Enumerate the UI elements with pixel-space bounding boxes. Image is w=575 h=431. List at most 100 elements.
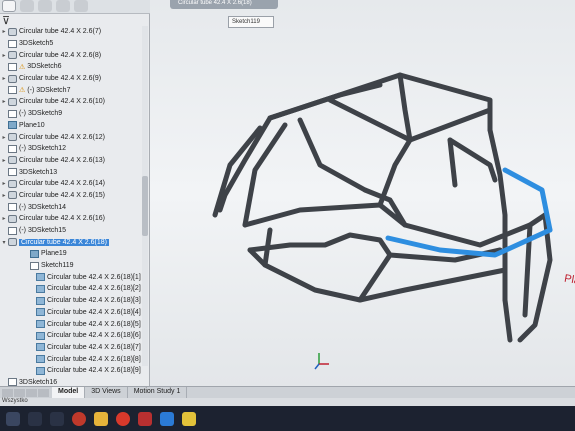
- tree-item[interactable]: Circular tube 42.4 X 2.6(18)[4]: [0, 307, 148, 319]
- tree-item-label: Plane10: [19, 121, 45, 129]
- browser-icon[interactable]: [72, 411, 86, 426]
- expand-arrow-icon[interactable]: ▸: [0, 192, 8, 199]
- folder-icon[interactable]: [182, 411, 196, 426]
- expand-arrow-icon[interactable]: ▸: [0, 215, 8, 222]
- expand-arrow-icon[interactable]: ▸: [0, 157, 8, 164]
- tube-icon: [8, 214, 17, 223]
- file-explorer-icon[interactable]: [94, 411, 108, 426]
- roll-cage-model[interactable]: [150, 0, 575, 386]
- tree-item[interactable]: Plane10: [0, 120, 148, 132]
- search-icon[interactable]: [28, 411, 42, 426]
- expand-arrow-icon[interactable]: ▸: [0, 75, 8, 82]
- last-tab-arrow-icon[interactable]: [38, 389, 49, 397]
- tree-item[interactable]: ▸ Circular tube 42.4 X 2.6(10): [0, 96, 148, 108]
- body-icon: [36, 343, 45, 352]
- tree-item-label: Circular tube 42.4 X 2.6(12): [19, 133, 105, 141]
- app-icon[interactable]: [160, 411, 174, 426]
- roll-cage-tube: [267, 82, 383, 121]
- body-icon: [36, 355, 45, 364]
- expand-arrow-icon[interactable]: ▸: [0, 28, 8, 35]
- tree-item[interactable]: 3DSketch13: [0, 166, 148, 178]
- tree-item[interactable]: Circular tube 42.4 X 2.6(18)[6]: [0, 330, 148, 342]
- plane-icon: [30, 249, 39, 258]
- dimxpert-tab-icon[interactable]: [56, 0, 70, 12]
- breadcrumb[interactable]: Sketch119: [228, 16, 274, 28]
- roll-cage-tube: [447, 137, 458, 188]
- tree-item-label: Circular tube 42.4 X 2.6(18)[8]: [47, 355, 141, 363]
- solidworks-screen: ⊽ ▸ Circular tube 42.4 X 2.6(7) 3DSketch5 ▸…: [0, 0, 575, 431]
- tree-item-label: Circular tube 42.4 X 2.6(18)[1]: [47, 273, 141, 281]
- tree-item[interactable]: Circular tube 42.4 X 2.6(18)[3]: [0, 295, 148, 307]
- sketch-icon: [8, 144, 17, 153]
- tree-scrollbar[interactable]: [142, 26, 148, 366]
- tree-item[interactable]: (-) 3DSketch9: [0, 108, 148, 120]
- tree-item[interactable]: ▸ Circular tube 42.4 X 2.6(14): [0, 178, 148, 190]
- tree-item[interactable]: Plane19: [0, 248, 148, 260]
- first-tab-arrow-icon[interactable]: [2, 389, 13, 397]
- tree-item[interactable]: Sketch119: [0, 260, 148, 272]
- tube-icon: [8, 27, 17, 36]
- tree-item-label: Sketch119: [41, 262, 74, 270]
- tree-item[interactable]: ▾ Circular tube 42.4 X 2.6(18): [0, 236, 148, 248]
- tube-icon: [8, 179, 17, 188]
- opera-icon[interactable]: [116, 411, 130, 426]
- tube-icon: [8, 133, 17, 142]
- tree-item-label: 3DSketch13: [19, 168, 58, 176]
- tree-item[interactable]: ▸ Circular tube 42.4 X 2.6(13): [0, 155, 148, 167]
- tree-item[interactable]: ⚠ 3DSketch6: [0, 61, 148, 73]
- tree-item[interactable]: Circular tube 42.4 X 2.6(18)[2]: [0, 283, 148, 295]
- tree-item[interactable]: ⚠ (-) 3DSketch7: [0, 84, 148, 96]
- tab-motion-study[interactable]: Motion Study 1: [128, 387, 188, 398]
- prev-tab-arrow-icon[interactable]: [14, 389, 25, 397]
- tree-item[interactable]: ▸ Circular tube 42.4 X 2.6(16): [0, 213, 148, 225]
- sketch-icon: [8, 168, 17, 177]
- tree-item-label: Circular tube 42.4 X 2.6(18)[7]: [47, 343, 141, 351]
- next-tab-arrow-icon[interactable]: [26, 389, 37, 397]
- roll-cage-tube: [297, 117, 368, 193]
- expand-arrow-icon[interactable]: ▸: [0, 134, 8, 141]
- tree-item-label: Circular tube 42.4 X 2.6(10): [19, 98, 105, 106]
- tree-item-label: Circular tube 42.4 X 2.6(16): [19, 215, 105, 223]
- expand-arrow-icon[interactable]: ▸: [0, 52, 8, 59]
- tree-item[interactable]: ▸ Circular tube 42.4 X 2.6(15): [0, 190, 148, 202]
- task-view-icon[interactable]: [50, 411, 64, 426]
- tree-item-label: Circular tube 42.4 X 2.6(18)[5]: [47, 320, 141, 328]
- graphics-viewport[interactable]: Plane10: [150, 0, 575, 386]
- expand-arrow-icon[interactable]: ▾: [0, 239, 8, 246]
- roll-cage-tube: [262, 227, 273, 268]
- tree-item-label: Circular tube 42.4 X 2.6(13): [19, 156, 105, 164]
- tree-item[interactable]: Circular tube 42.4 X 2.6(18)[9]: [0, 365, 148, 377]
- body-icon: [36, 296, 45, 305]
- tree-item-label: Circular tube 42.4 X 2.6(18)[4]: [47, 308, 141, 316]
- property-tab-icon[interactable]: [20, 0, 34, 12]
- tree-item[interactable]: (-) 3DSketch15: [0, 225, 148, 237]
- expand-arrow-icon[interactable]: ▸: [0, 180, 8, 187]
- body-icon: [36, 331, 45, 340]
- tree-item[interactable]: ▸ Circular tube 42.4 X 2.6(9): [0, 73, 148, 85]
- tab-model[interactable]: Model: [52, 387, 86, 398]
- start-icon[interactable]: [6, 411, 20, 426]
- body-icon: [36, 308, 45, 317]
- tree-item[interactable]: Circular tube 42.4 X 2.6(18)[1]: [0, 271, 148, 283]
- tree-item[interactable]: ▸ Circular tube 42.4 X 2.6(12): [0, 131, 148, 143]
- feature-tree-tab-icon[interactable]: [2, 0, 16, 12]
- tube-icon: [8, 74, 17, 83]
- tree-item[interactable]: Circular tube 42.4 X 2.6(18)[5]: [0, 318, 148, 330]
- document-tab[interactable]: Circular tube 42.4 X 2.6(18): [170, 0, 278, 9]
- expand-arrow-icon[interactable]: ▸: [0, 98, 8, 105]
- tree-item[interactable]: ▸ Circular tube 42.4 X 2.6(8): [0, 49, 148, 61]
- solidworks-icon[interactable]: [138, 411, 152, 426]
- display-tab-icon[interactable]: [74, 0, 88, 12]
- tree-item[interactable]: Circular tube 42.4 X 2.6(18)[7]: [0, 342, 148, 354]
- config-tab-icon[interactable]: [38, 0, 52, 12]
- tree-item[interactable]: (-) 3DSketch12: [0, 143, 148, 155]
- bottom-tab-bar: Model 3D Views Motion Study 1: [0, 386, 575, 398]
- tree-item[interactable]: (-) 3DSketch14: [0, 201, 148, 213]
- roll-cage-tube: [447, 137, 498, 183]
- scroll-thumb[interactable]: [142, 176, 148, 236]
- tree-item[interactable]: 3DSketch5: [0, 38, 148, 50]
- sketch-icon: [8, 86, 17, 95]
- tab-3d-views[interactable]: 3D Views: [85, 387, 128, 398]
- tree-item[interactable]: ▸ Circular tube 42.4 X 2.6(7): [0, 26, 148, 38]
- tree-item[interactable]: Circular tube 42.4 X 2.6(18)[8]: [0, 353, 148, 365]
